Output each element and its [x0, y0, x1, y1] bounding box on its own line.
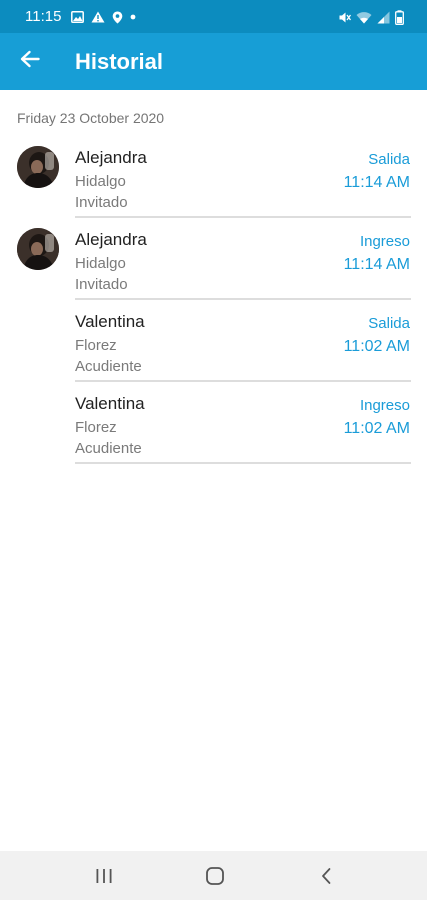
recent-apps-button[interactable] — [74, 851, 134, 900]
mute-icon — [338, 11, 351, 24]
entry-details: Valentina Florez Acudiente — [75, 312, 145, 375]
entry-surname: Hidalgo — [75, 255, 126, 272]
page-title: Historial — [75, 49, 164, 74]
list-item[interactable]: Alejandra Hidalgo Invitado Ingreso 11:14… — [0, 218, 427, 300]
location-icon — [112, 11, 123, 24]
entry-time: 11:14 AM — [343, 256, 410, 273]
home-icon — [205, 866, 225, 886]
avatar — [17, 146, 59, 188]
entry-type: Ingreso — [359, 397, 410, 414]
entry-time: 11:02 AM — [343, 420, 410, 437]
list-item[interactable]: Valentina Florez Acudiente Salida 11:02 … — [0, 300, 427, 382]
entry-surname: Florez — [75, 419, 117, 436]
list-item[interactable]: Alejandra Hidalgo Invitado Salida 11:14 … — [0, 136, 427, 218]
entry-surname: Florez — [75, 337, 117, 354]
entry-role: Invitado — [75, 276, 128, 293]
history-list: Alejandra Hidalgo Invitado Salida 11:14 … — [0, 136, 427, 464]
battery-icon — [395, 9, 404, 25]
dot-icon — [130, 14, 136, 20]
status-system-icons — [338, 9, 404, 25]
entry-time: 11:14 AM — [343, 174, 410, 191]
divider — [75, 462, 411, 464]
signal-icon — [377, 11, 390, 24]
back-button[interactable] — [10, 41, 50, 81]
entry-name: Alejandra — [75, 148, 147, 167]
avatar — [17, 228, 59, 270]
entry-role: Acudiente — [75, 358, 142, 375]
entry-name: Alejandra — [75, 230, 147, 249]
entry-type: Salida — [368, 315, 410, 332]
image-icon — [71, 11, 84, 23]
status-notification-icons — [71, 10, 136, 24]
back-icon — [320, 867, 332, 885]
system-nav-bar — [0, 851, 427, 900]
entry-details: Alejandra Hidalgo Invitado — [75, 148, 147, 211]
entry-details: Valentina Florez Acudiente — [75, 394, 145, 457]
entry-name: Valentina — [75, 312, 145, 331]
entry-time: 11:02 AM — [343, 338, 410, 355]
app-bar: Historial — [0, 33, 427, 90]
entry-type: Ingreso — [359, 233, 410, 250]
arrow-left-icon — [20, 50, 40, 73]
entry-type: Salida — [368, 151, 410, 168]
warning-icon — [91, 11, 105, 23]
entry-surname: Hidalgo — [75, 173, 126, 190]
entry-role: Acudiente — [75, 440, 142, 457]
home-button[interactable] — [185, 851, 245, 900]
status-time: 11:15 — [25, 8, 62, 25]
status-bar: 11:15 — [0, 0, 427, 33]
date-header: Friday 23 October 2020 — [17, 110, 165, 126]
entry-role: Invitado — [75, 194, 128, 211]
entry-details: Alejandra Hidalgo Invitado — [75, 230, 147, 293]
back-nav-button[interactable] — [296, 851, 356, 900]
wifi-icon — [356, 11, 372, 24]
recent-apps-icon — [95, 868, 113, 884]
list-item[interactable]: Valentina Florez Acudiente Ingreso 11:02… — [0, 382, 427, 464]
entry-name: Valentina — [75, 394, 145, 413]
